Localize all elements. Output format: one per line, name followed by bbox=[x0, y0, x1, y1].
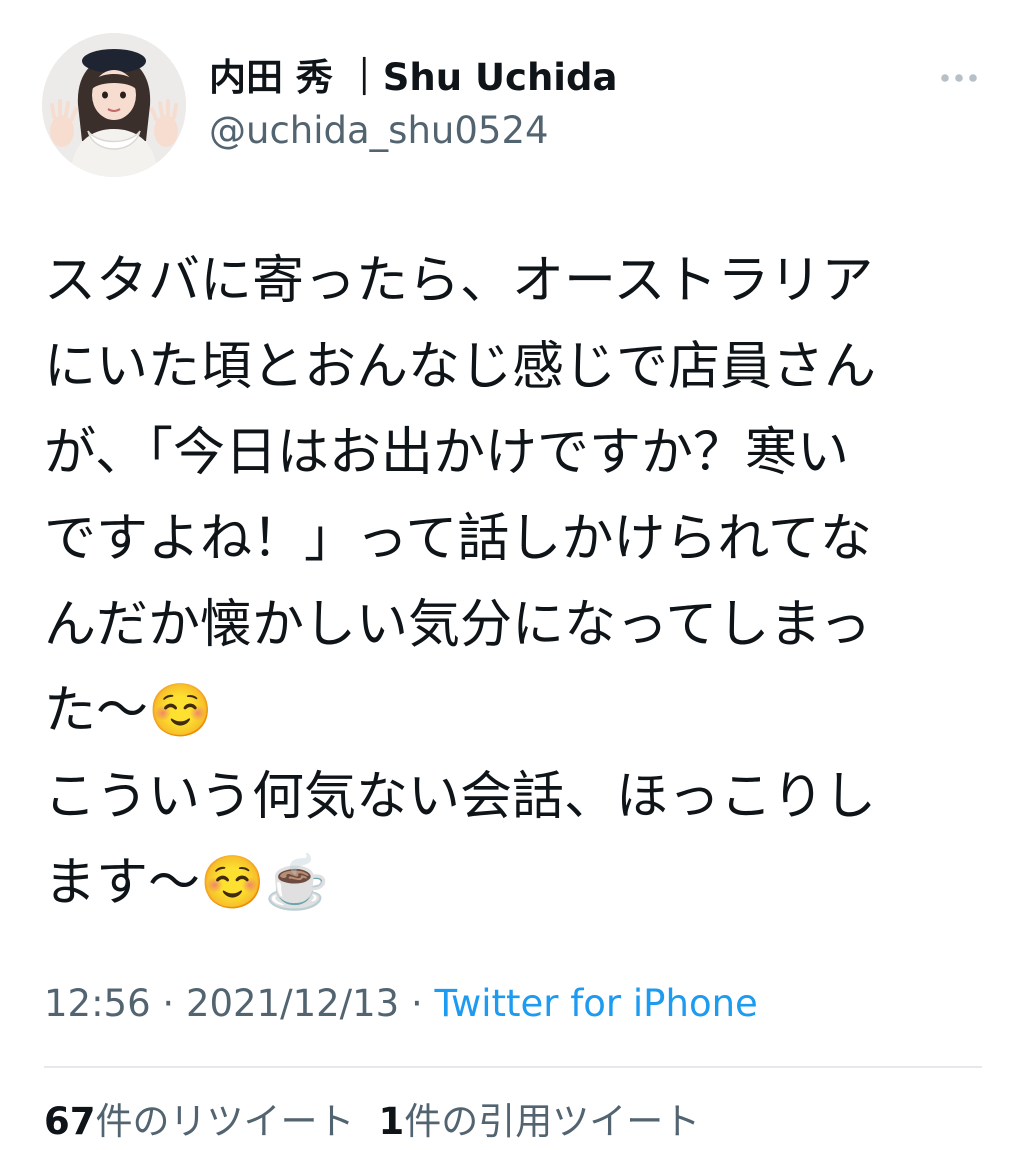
author-handle[interactable]: @uchida_shu0524 bbox=[209, 106, 549, 156]
retweets-count: 67 bbox=[44, 1100, 96, 1143]
quotes-count: 1 bbox=[378, 1100, 405, 1143]
retweets-stat[interactable]: 67件のリツイート bbox=[44, 1100, 355, 1143]
tweet-source-link[interactable]: Twitter for iPhone bbox=[435, 982, 758, 1025]
tweet-text: スタバに寄ったら、オーストラリア にいた頃とおんなじ感じで店員さん が、「今日は… bbox=[44, 251, 877, 913]
tweet-meta: 12:56 · 2021/12/13 · Twitter for iPhone bbox=[44, 978, 758, 1030]
divider bbox=[44, 1066, 982, 1068]
more-dots-icon bbox=[941, 74, 977, 82]
author-avatar[interactable] bbox=[42, 33, 186, 177]
tweet-stats: 67件のリツイート 1件の引用ツイート bbox=[44, 1094, 700, 1150]
meta-separator: · bbox=[162, 982, 175, 1025]
tweet-date[interactable]: 2021/12/13 bbox=[186, 982, 399, 1025]
quotes-label: 件の引用ツイート bbox=[404, 1100, 701, 1143]
tweet-time[interactable]: 12:56 bbox=[44, 982, 151, 1025]
meta-separator: · bbox=[410, 982, 423, 1025]
author-display-name[interactable]: 内田 秀 ｜Shu Uchida bbox=[209, 52, 617, 104]
retweets-label: 件のリツイート bbox=[95, 1100, 355, 1143]
quotes-stat[interactable]: 1件の引用ツイート bbox=[379, 1100, 701, 1143]
more-options-button[interactable] bbox=[938, 58, 980, 98]
profile-photo-icon bbox=[42, 33, 186, 177]
